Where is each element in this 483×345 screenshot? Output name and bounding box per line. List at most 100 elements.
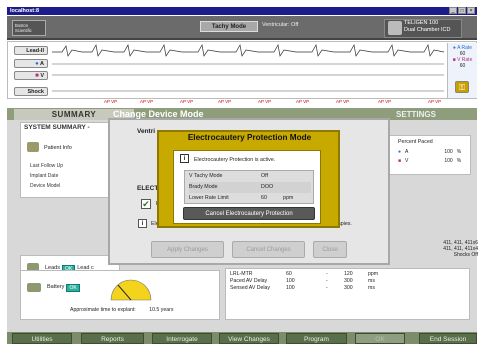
ok-button[interactable]: OK [355,333,405,344]
settings-label: V Tachy Mode [189,173,223,179]
settings-label: Lower Rate Limit [189,195,229,201]
param-label: LRL-MTR [230,271,253,277]
egm-traces [52,43,444,92]
percent-paced-panel: Percent Paced ● A 100% ■ V 100% [385,135,471,175]
pp-v-unit: % [456,158,462,164]
settings-row: V Tachy Mode Off [189,171,283,182]
battery-icon[interactable] [27,283,41,292]
key-icon[interactable]: ⚿ [455,81,469,93]
cancel-changes-button[interactable]: Cancel Changes [232,241,305,258]
utilities-button[interactable]: Utilities [12,333,72,344]
window-controls: _ □ × [449,7,475,15]
settings-row: Lower Rate Limit 60 ppm [189,193,293,204]
electrocautery-checkbox[interactable]: ✔ [141,199,151,209]
param-unit: ms [368,278,375,284]
apply-changes-button[interactable]: Apply Changes [151,241,224,258]
a-lead-button[interactable]: ● A [14,59,48,68]
egm-marker: AP VP [428,99,442,104]
a-channel-dot-icon: ● [35,61,39,67]
lead-value-line: Shocks Off [453,252,478,258]
v-lead-label: V [40,73,44,79]
param-row: Paced AV Delay 100 - 300 ms [230,278,375,284]
cancel-electrocautery-button[interactable]: Cancel Electrocautery Protection [183,207,315,220]
interrogate-button[interactable]: Interrogate [152,333,212,344]
device-icon [388,21,402,35]
system-summary-title: SYSTEM SUMMARY - [24,124,90,131]
param-max: 300 [344,278,353,284]
percent-paced-row: ● A 100% [398,149,461,155]
param-row: LRL-MTR 60 - 120 ppm [230,271,378,277]
shock-lead-button[interactable]: Shock [14,87,48,96]
v-channel-dot-icon: ■ [35,73,39,79]
param-max: 300 [344,285,353,291]
egm-marker: AP VP [258,99,272,104]
pp-v-label: V [405,158,409,164]
battery-status: Battery OK [47,284,80,292]
settings-label: Brady Mode [189,184,218,190]
lead-values: 411, 411, 411x6 411, 411, 411x4 Shocks O… [400,240,478,258]
settings-row: Brady Mode DOO [189,182,311,193]
explant-value: 10.5 years [149,307,174,313]
v-square-icon: ■ [398,158,402,164]
a-lead-label: A [40,61,44,67]
pp-v-value: 100 [444,158,453,164]
v-lead-button[interactable]: ■ V [14,71,48,80]
close-button[interactable]: × [467,7,475,14]
settings-value: Off [261,173,268,179]
info-icon: i [180,154,189,163]
info-icon: i [138,219,147,228]
a-dot-icon: ● [398,149,402,155]
tachy-mode-indicator[interactable]: Tachy Mode [200,21,258,32]
param-max: 120 [344,271,353,277]
param-unit: ms [368,285,375,291]
param-unit: ppm [368,271,379,277]
summary-row: Implant Date [30,173,59,179]
param-min: 100 [286,278,295,284]
electrocautery-settings-table: V Tachy Mode Off Brady Mode DOO Lower Ra… [184,170,314,204]
parameter-table: LRL-MTR 60 - 120 ppm Paced AV Delay 100 … [225,268,470,320]
view-changes-button[interactable]: View Changes [219,333,279,344]
change-device-mode-title: Change Device Mode [113,109,204,119]
end-session-button[interactable]: End Session [419,333,477,344]
explant-estimate: Approximate time to explant: 10.5 years [70,307,173,313]
percent-paced-row: ■ V 100% [398,158,461,164]
lead-ii-button[interactable]: Lead-II [14,46,48,55]
param-min: 100 [286,285,295,291]
close-button[interactable]: Close [313,241,347,258]
program-button[interactable]: Program [286,333,347,344]
minimize-button[interactable]: _ [449,7,457,14]
param-dash: - [326,285,328,291]
egm-marker: AP VP [336,99,350,104]
settings-value: 60 [261,195,267,201]
brand-logo: Boston Scientific [12,20,46,36]
lead-ii-trace [52,43,444,57]
patient-info-icon[interactable] [27,142,39,152]
settings-unit: ppm [283,195,294,201]
param-label: Sensed AV Delay [230,285,270,291]
reports-button[interactable]: Reports [81,333,144,344]
param-label: Paced AV Delay [230,278,268,284]
maximize-button[interactable]: □ [458,7,466,14]
pp-a-unit: % [456,149,462,155]
electrocautery-message: Electrocautery Protection is active. [194,157,276,163]
param-dash: - [326,271,328,277]
device-name: TELIGEN 100 Dual Chamber ICD [404,20,450,34]
pp-a-label: A [405,149,409,155]
egm-marker: AP VP [378,99,392,104]
electrocautery-popup-title: Electrocautery Protection Mode [187,133,312,142]
param-row: Sensed AV Delay 100 - 300 ms [230,285,375,291]
ventricular-section-label: Ventri [137,128,156,135]
param-min: 60 [286,271,292,277]
window-title: localhost:8 [7,7,477,15]
v-rate-value: 60 [459,63,466,69]
battery-ok-badge: OK [66,284,80,292]
patient-info-label[interactable]: Patient Info [44,145,72,151]
battery-gauge [110,279,152,301]
device-model: TELIGEN 100 [404,20,439,26]
summary-row: Last Follow Up [30,163,64,169]
summary-row: Device Model [30,183,61,189]
device-type: Dual Chamber ICD [404,27,451,33]
param-dash: - [326,278,328,284]
battery-label: Battery [47,284,65,290]
egm-marker: AP VP [104,99,118,104]
